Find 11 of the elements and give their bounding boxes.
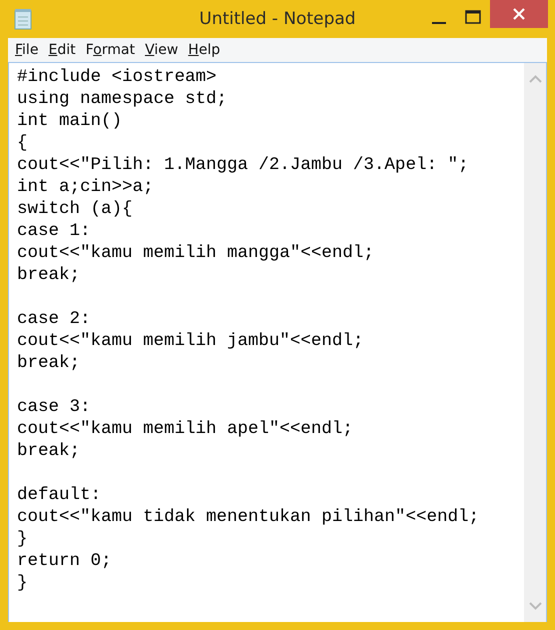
- close-icon: [513, 8, 525, 20]
- close-button[interactable]: [490, 0, 548, 28]
- menu-item[interactable]: File: [10, 40, 44, 60]
- menu-item[interactable]: Edit: [43, 40, 81, 60]
- menu-item[interactable]: Format: [80, 40, 140, 60]
- menu-item[interactable]: Help: [183, 40, 226, 60]
- minimize-icon: [432, 22, 446, 24]
- window-title: Untitled - Notepad: [199, 9, 356, 29]
- maximize-icon: [465, 10, 481, 24]
- menu-item[interactable]: View: [140, 40, 184, 60]
- notepad-icon: [14, 8, 32, 30]
